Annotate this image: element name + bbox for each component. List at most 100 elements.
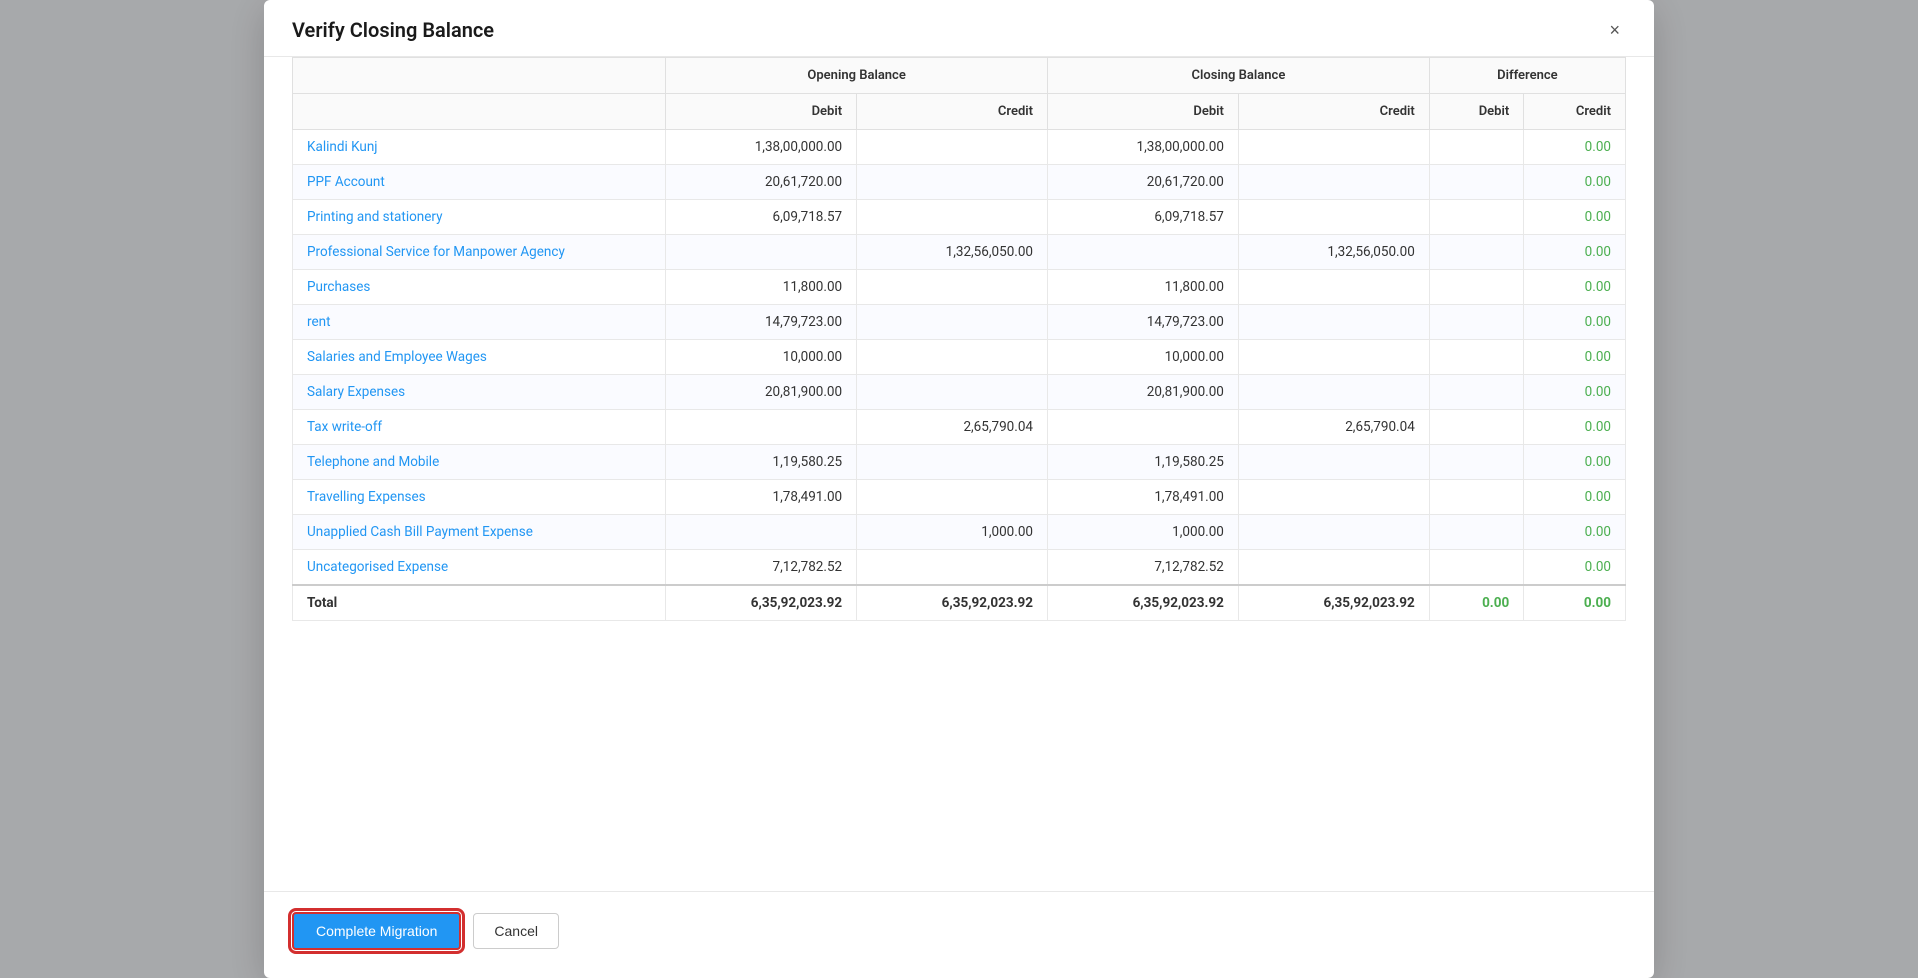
table-row: rent14,79,723.0014,79,723.000.00 <box>293 305 1626 340</box>
diff-credit-cell: 0.00 <box>1524 375 1626 410</box>
table-row: Unapplied Cash Bill Payment Expense 1,000… <box>293 515 1626 550</box>
debit_opening-cell: 20,81,900.00 <box>666 375 857 410</box>
credit_closing-cell <box>1238 165 1429 200</box>
close-button[interactable]: × <box>1603 19 1626 41</box>
col-opening-debit-subheader: Debit <box>666 94 857 130</box>
account-name-cell[interactable]: Salary Expenses <box>293 375 666 410</box>
debit_opening-cell: 1,19,580.25 <box>666 445 857 480</box>
col-account-subheader <box>293 94 666 130</box>
credit_opening-cell: 2,65,790.04 <box>857 410 1048 445</box>
col-name-header <box>293 58 666 94</box>
credit_closing-cell <box>1238 270 1429 305</box>
col-difference-header: Difference <box>1429 58 1625 94</box>
diff-credit-cell: 0.00 <box>1524 165 1626 200</box>
diff-debit-cell <box>1429 130 1523 165</box>
verify-balance-table: Opening Balance Closing Balance Differen… <box>292 57 1626 621</box>
debit_opening-cell: 1,38,00,000.00 <box>666 130 857 165</box>
diff-credit-cell: 0.00 <box>1524 340 1626 375</box>
account-name-cell[interactable]: rent <box>293 305 666 340</box>
account-name-cell[interactable]: Travelling Expenses <box>293 480 666 515</box>
complete-migration-button[interactable]: Complete Migration <box>292 912 461 950</box>
account-name-cell[interactable]: Uncategorised Expense <box>293 550 666 586</box>
table-row: Kalindi Kunj1,38,00,000.001,38,00,000.00… <box>293 130 1626 165</box>
table-row: Tax write-off2,65,790.042,65,790.040.00 <box>293 410 1626 445</box>
debit_opening-cell <box>666 410 857 445</box>
account-name-cell[interactable]: Purchases <box>293 270 666 305</box>
diff-credit-cell: 0.00 <box>1524 480 1626 515</box>
credit_closing-cell <box>1238 305 1429 340</box>
credit_closing-cell <box>1238 375 1429 410</box>
diff-credit-cell: 0.00 <box>1524 130 1626 165</box>
debit_closing-cell: 11,800.00 <box>1048 270 1239 305</box>
col-opening-balance-header: Opening Balance <box>666 58 1048 94</box>
credit_opening-cell <box>857 550 1048 586</box>
credit_closing-cell <box>1238 445 1429 480</box>
diff-credit-cell: 0.00 <box>1524 270 1626 305</box>
modal-dialog: Verify Closing Balance × Opening Balance… <box>264 0 1654 978</box>
credit_opening-cell <box>857 305 1048 340</box>
total-label: Total <box>293 585 666 621</box>
table-row: Travelling Expenses1,78,491.001,78,491.0… <box>293 480 1626 515</box>
account-name-cell[interactable]: Telephone and Mobile <box>293 445 666 480</box>
diff-debit-cell <box>1429 340 1523 375</box>
account-name-cell[interactable]: Salaries and Employee Wages <box>293 340 666 375</box>
debit_closing-cell: 1,38,00,000.00 <box>1048 130 1239 165</box>
diff-debit-cell <box>1429 305 1523 340</box>
debit_closing-cell: 1,19,580.25 <box>1048 445 1239 480</box>
diff-credit-cell: 0.00 <box>1524 200 1626 235</box>
diff-debit-cell <box>1429 165 1523 200</box>
debit_opening-cell: 7,12,782.52 <box>666 550 857 586</box>
account-name-cell[interactable]: Professional Service for Manpower Agency <box>293 235 666 270</box>
debit_opening-cell: 6,09,718.57 <box>666 200 857 235</box>
total-row: Total 6,35,92,023.92 6,35,92,023.92 6,35… <box>293 585 1626 621</box>
credit_opening-cell <box>857 200 1048 235</box>
account-name-cell[interactable]: PPF Account <box>293 165 666 200</box>
credit_closing-cell <box>1238 200 1429 235</box>
table-row: Salary Expenses20,81,900.0020,81,900.000… <box>293 375 1626 410</box>
modal-title: Verify Closing Balance <box>292 18 494 42</box>
table-row: Telephone and Mobile1,19,580.251,19,580.… <box>293 445 1626 480</box>
debit_closing-cell: 10,000.00 <box>1048 340 1239 375</box>
table-row: Professional Service for Manpower Agency… <box>293 235 1626 270</box>
account-name-cell[interactable]: Unapplied Cash Bill Payment Expense <box>293 515 666 550</box>
modal-overlay: Verify Closing Balance × Opening Balance… <box>0 0 1918 978</box>
credit_opening-cell <box>857 340 1048 375</box>
table-row: PPF Account20,61,720.0020,61,720.000.00 <box>293 165 1626 200</box>
total-closing-debit: 6,35,92,023.92 <box>1048 585 1239 621</box>
credit_opening-cell <box>857 445 1048 480</box>
diff-credit-cell: 0.00 <box>1524 515 1626 550</box>
table-sub-header: Debit Credit Debit Credit Debit Credit <box>293 94 1626 130</box>
credit_closing-cell: 1,32,56,050.00 <box>1238 235 1429 270</box>
account-name-cell[interactable]: Kalindi Kunj <box>293 130 666 165</box>
debit_opening-cell: 11,800.00 <box>666 270 857 305</box>
debit_closing-cell: 7,12,782.52 <box>1048 550 1239 586</box>
debit_opening-cell <box>666 515 857 550</box>
credit_closing-cell: 2,65,790.04 <box>1238 410 1429 445</box>
debit_opening-cell <box>666 235 857 270</box>
diff-debit-cell <box>1429 200 1523 235</box>
credit_closing-cell <box>1238 550 1429 586</box>
table-row: Printing and stationery6,09,718.576,09,7… <box>293 200 1626 235</box>
debit_closing-cell <box>1048 410 1239 445</box>
credit_closing-cell <box>1238 130 1429 165</box>
account-name-cell[interactable]: Printing and stationery <box>293 200 666 235</box>
cancel-button[interactable]: Cancel <box>473 913 559 949</box>
total-opening-debit: 6,35,92,023.92 <box>666 585 857 621</box>
table-row: Uncategorised Expense7,12,782.527,12,782… <box>293 550 1626 586</box>
diff-credit-cell: 0.00 <box>1524 445 1626 480</box>
diff-debit-cell <box>1429 375 1523 410</box>
table-row: Salaries and Employee Wages10,000.0010,0… <box>293 340 1626 375</box>
diff-debit-cell <box>1429 480 1523 515</box>
debit_closing-cell: 14,79,723.00 <box>1048 305 1239 340</box>
col-diff-debit-subheader: Debit <box>1429 94 1523 130</box>
diff-debit-cell <box>1429 410 1523 445</box>
account-name-cell[interactable]: Tax write-off <box>293 410 666 445</box>
debit_closing-cell: 20,61,720.00 <box>1048 165 1239 200</box>
credit_opening-cell: 1,000.00 <box>857 515 1048 550</box>
credit_closing-cell <box>1238 515 1429 550</box>
diff-debit-cell <box>1429 515 1523 550</box>
credit_opening-cell <box>857 165 1048 200</box>
debit_closing-cell: 6,09,718.57 <box>1048 200 1239 235</box>
diff-debit-cell <box>1429 270 1523 305</box>
col-closing-balance-header: Closing Balance <box>1048 58 1430 94</box>
